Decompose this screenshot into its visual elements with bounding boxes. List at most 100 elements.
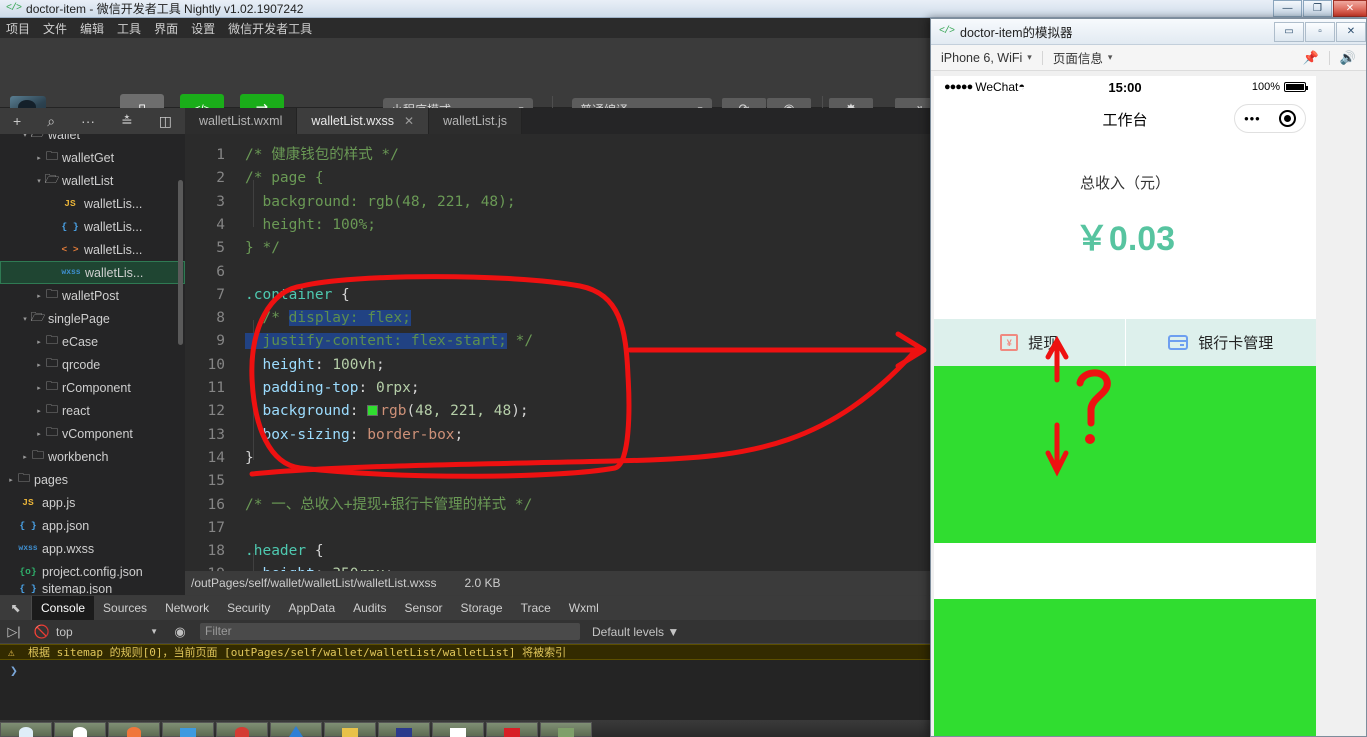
tree-expand-arrow-icon[interactable]: ▸	[20, 453, 30, 461]
sort-icon[interactable]: ≛	[121, 113, 133, 130]
maximize-button[interactable]: ❐	[1303, 0, 1332, 17]
taskbar-item-app-9[interactable]	[432, 722, 484, 737]
clear-console-icon[interactable]: 🚫	[28, 624, 56, 640]
device-select[interactable]: iPhone 6, WiFi ▾	[931, 51, 1042, 65]
simulator-close-button[interactable]: ✕	[1336, 21, 1366, 42]
tree-expand-arrow-icon[interactable]: ▸	[34, 338, 44, 346]
menu-item-5[interactable]: 设置	[191, 20, 215, 37]
live-expression-icon[interactable]: ◉	[166, 624, 194, 640]
menu-item-0[interactable]: 项目	[6, 20, 30, 37]
code-line[interactable]: box-sizing: border-box;	[245, 424, 463, 447]
editor-tab-walletlist-wxss[interactable]: walletList.wxss ✕	[297, 108, 430, 134]
devtools-tab-audits[interactable]: Audits	[344, 596, 395, 620]
menu-item-3[interactable]: 工具	[117, 20, 141, 37]
devtools-tab-sources[interactable]: Sources	[94, 596, 156, 620]
withdraw-button[interactable]: ¥ 提现	[934, 319, 1125, 366]
taskbar-item-app-8[interactable]	[378, 722, 430, 737]
speaker-icon[interactable]: 🔊	[1340, 50, 1356, 66]
devtools-tab-console[interactable]: Console	[32, 596, 95, 620]
taskbar-item-app-2[interactable]	[54, 722, 106, 737]
taskbar-item-app-5[interactable]	[216, 722, 268, 737]
simulator-minimize-button[interactable]: ▭	[1274, 21, 1304, 42]
simulator-maximize-button[interactable]: ▫	[1305, 21, 1335, 42]
devtools-tab-appdata[interactable]: AppData	[279, 596, 344, 620]
code-line[interactable]: /* 一、总收入+提现+银行卡管理的样式 */	[245, 494, 532, 517]
devtools-tab-security[interactable]: Security	[218, 596, 279, 620]
file-tree-item-vcomponent[interactable]: ▸ 🗀 vComponent	[0, 422, 185, 445]
taskbar-item-app-6[interactable]	[270, 722, 322, 737]
code-line[interactable]: height: 100%;	[245, 214, 376, 237]
code-line[interactable]: background: rgb(48, 221, 48);	[245, 400, 528, 423]
file-tree-item-project-config-json[interactable]: ▸{o}project.config.json	[0, 560, 185, 583]
file-tree-item-walletget[interactable]: ▸ 🗀 walletGet	[0, 146, 185, 169]
devtools-tab-sensor[interactable]: Sensor	[396, 596, 452, 620]
tree-expand-arrow-icon[interactable]: ▾	[20, 315, 30, 323]
file-tree-item-walletpost[interactable]: ▸ 🗀 walletPost	[0, 284, 185, 307]
code-line[interactable]: /* display: flex;	[245, 307, 411, 330]
file-tree-item-workbench[interactable]: ▸ 🗀 workbench	[0, 445, 185, 468]
tree-expand-arrow-icon[interactable]: ▸	[34, 154, 44, 162]
file-tree-item-pages[interactable]: ▸ 🗀 pages	[0, 468, 185, 491]
code-line[interactable]: .header {	[245, 540, 324, 563]
file-tree-item-walletlis---[interactable]: ▸{ }walletLis...	[0, 215, 185, 238]
file-tree-item-walletlist[interactable]: ▾ 🗁 walletList	[0, 169, 185, 192]
search-icon[interactable]: ⌕	[47, 113, 55, 130]
tree-expand-arrow-icon[interactable]: ▾	[34, 177, 44, 185]
add-file-icon[interactable]: +	[13, 113, 21, 129]
menu-item-4[interactable]: 界面	[154, 20, 178, 37]
file-tree-scrollbar[interactable]	[178, 180, 183, 345]
file-tree-item-ecase[interactable]: ▸ 🗀 eCase	[0, 330, 185, 353]
tree-expand-arrow-icon[interactable]: ▸	[34, 292, 44, 300]
minimize-button[interactable]: —	[1273, 0, 1302, 17]
code-line[interactable]: /* page {	[245, 167, 324, 190]
file-tree-item-walletlis---[interactable]: ▸< >walletLis...	[0, 238, 185, 261]
taskbar-item-app-4[interactable]	[162, 722, 214, 737]
code-line[interactable]: } */	[245, 237, 280, 260]
file-tree-item-app-json[interactable]: ▸{ }app.json	[0, 514, 185, 537]
cursor-select-icon[interactable]: ⬉	[0, 596, 32, 620]
editor-tab-walletlist-js[interactable]: walletList.js	[429, 108, 523, 134]
code-line[interactable]: /* 健康钱包的样式 */	[245, 144, 399, 167]
console-filter-input[interactable]: Filter	[200, 623, 580, 640]
menu-item-2[interactable]: 编辑	[80, 20, 104, 37]
execute-icon[interactable]: ▷|	[0, 624, 28, 640]
devtools-tab-network[interactable]: Network	[156, 596, 218, 620]
taskbar-item-app-1[interactable]	[0, 722, 52, 737]
code-line[interactable]: justify-content: flex-start; */	[245, 330, 533, 353]
tree-expand-arrow-icon[interactable]: ▸	[34, 407, 44, 415]
code-line[interactable]: height: 100vh;	[245, 354, 384, 377]
close-icon[interactable]: ✕	[404, 114, 414, 128]
file-tree-item-app-js[interactable]: ▸JSapp.js	[0, 491, 185, 514]
file-tree-item-sitemap-json[interactable]: ▸{ }sitemap.json	[0, 583, 185, 594]
file-tree-item-walletlis---[interactable]: ▸JSwalletLis...	[0, 192, 185, 215]
file-tree-item-rcomponent[interactable]: ▸ 🗀 rComponent	[0, 376, 185, 399]
file-tree-item-singlepage[interactable]: ▾ 🗁 singlePage	[0, 307, 185, 330]
pin-icon[interactable]: 📌	[1303, 50, 1319, 66]
more-icon[interactable]: ···	[81, 113, 95, 129]
devtools-tab-wxml[interactable]: Wxml	[560, 596, 608, 620]
collapse-panel-icon[interactable]: ◫	[159, 113, 172, 130]
file-tree-item-react[interactable]: ▸ 🗀 react	[0, 399, 185, 422]
target-circle-icon[interactable]	[1278, 110, 1296, 127]
wechat-capsule[interactable]: •••	[1234, 104, 1306, 133]
menu-item-6[interactable]: 微信开发者工具	[228, 20, 312, 37]
code-line[interactable]: padding-top: 0rpx;	[245, 377, 419, 400]
file-tree-item-app-wxss[interactable]: ▸wxssapp.wxss	[0, 537, 185, 560]
tree-expand-arrow-icon[interactable]: ▸	[6, 476, 16, 484]
file-tree-item-qrcode[interactable]: ▸ 🗀 qrcode	[0, 353, 185, 376]
devtools-tab-storage[interactable]: Storage	[452, 596, 512, 620]
taskbar-item-app-11[interactable]	[540, 722, 592, 737]
bank-card-button[interactable]: 银行卡管理	[1124, 319, 1317, 366]
code-line[interactable]: height: 350rpx;	[245, 563, 393, 571]
console-context-select[interactable]: top ▼	[56, 625, 166, 639]
taskbar-item-app-10[interactable]	[486, 722, 538, 737]
tree-expand-arrow-icon[interactable]: ▸	[34, 384, 44, 392]
code-line[interactable]: background: rgb(48, 221, 48);	[245, 191, 515, 214]
tree-expand-arrow-icon[interactable]: ▾	[20, 134, 30, 139]
menu-item-1[interactable]: 文件	[43, 20, 67, 37]
page-info-select[interactable]: 页面信息 ▾	[1043, 48, 1123, 67]
more-dots-icon[interactable]: •••	[1244, 111, 1261, 126]
console-levels-select[interactable]: Default levels ▼	[592, 625, 679, 639]
file-tree-item-wallet[interactable]: ▾🗁wallet	[0, 134, 185, 146]
file-tree-item-walletlis---[interactable]: ▸wxsswalletLis...	[0, 261, 185, 284]
